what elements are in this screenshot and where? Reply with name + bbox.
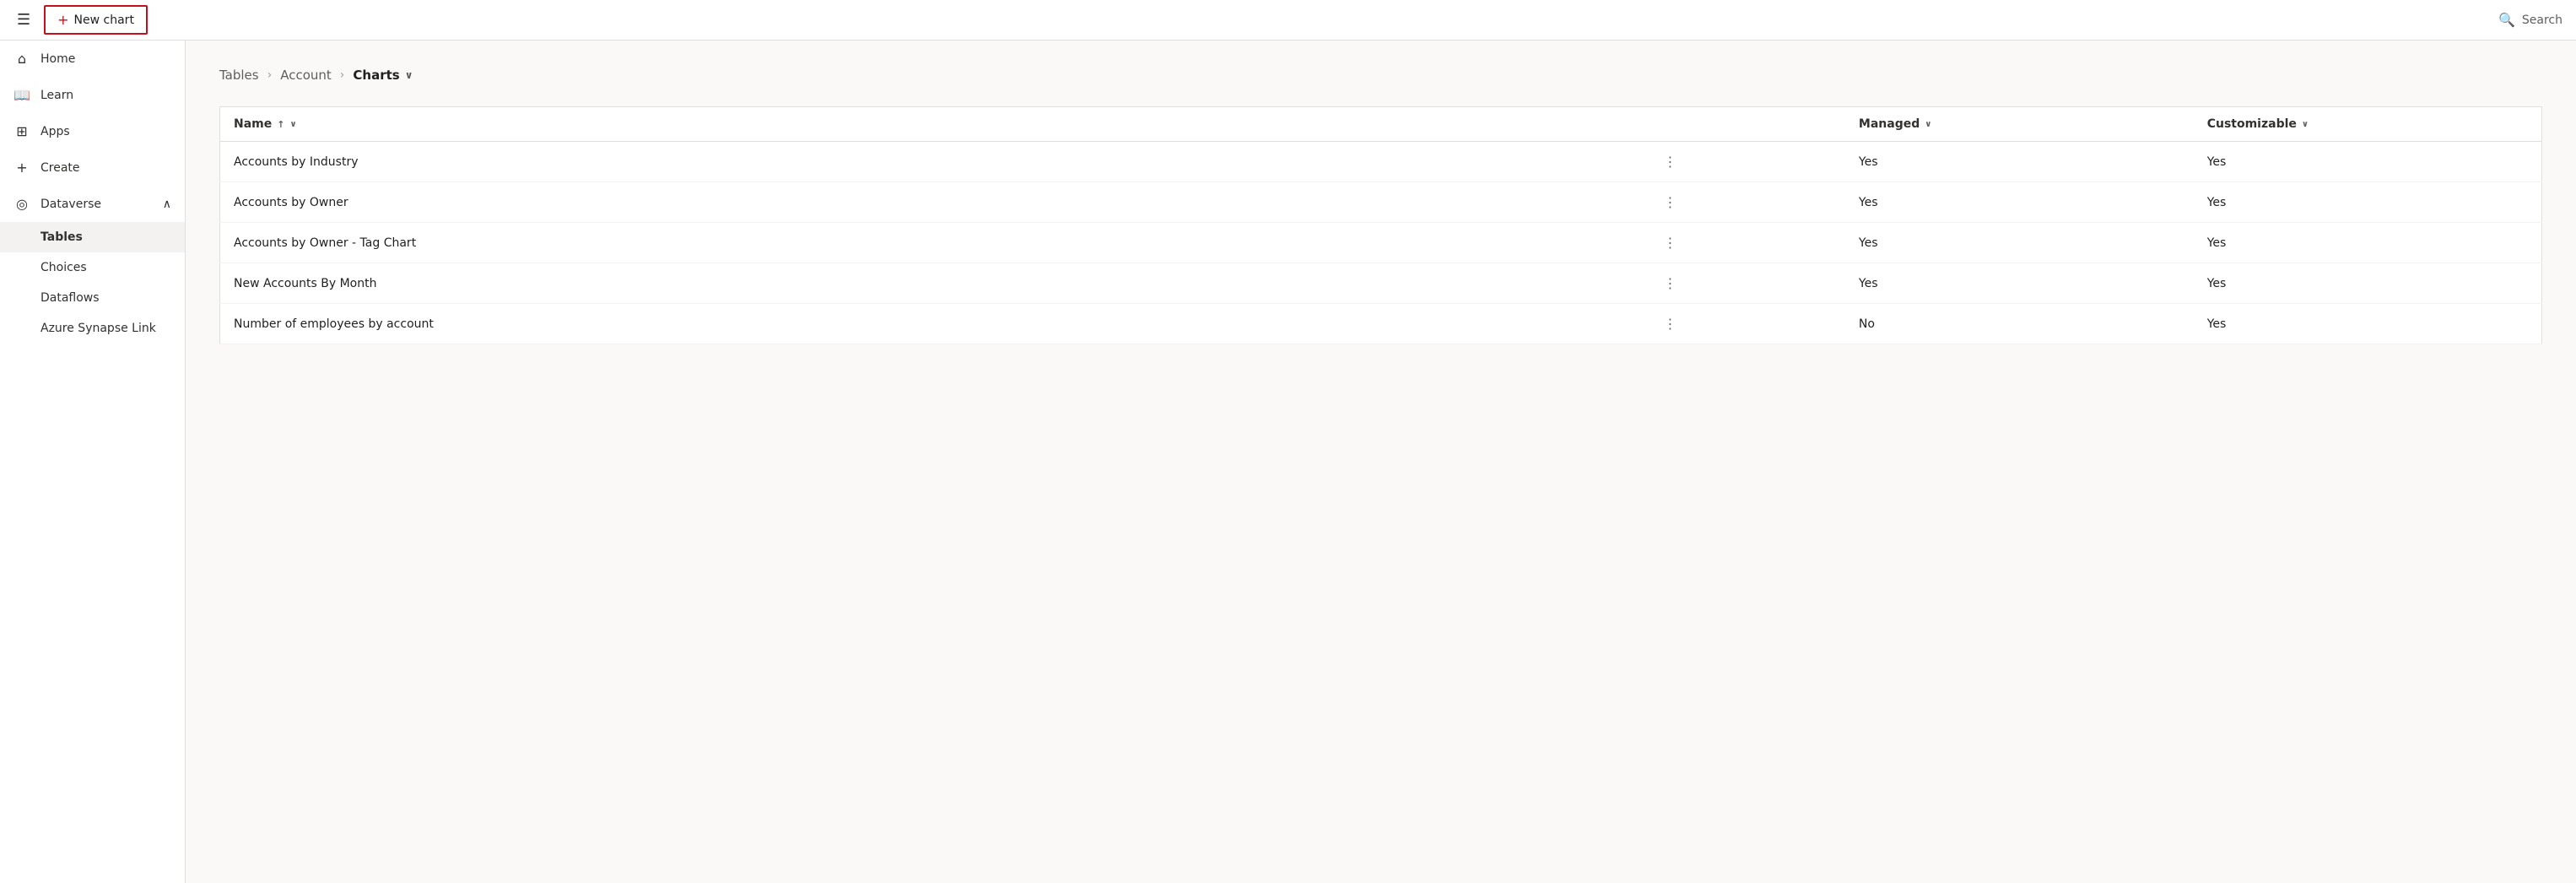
sidebar-sub-section: Tables Choices Dataflows Azure Synapse L… <box>0 222 185 344</box>
row-name-3[interactable]: Accounts by Owner - Tag Chart <box>234 236 416 250</box>
more-dots-icon[interactable]: ⋮ <box>1664 154 1679 170</box>
managed-sort-icon[interactable]: ∨ <box>1925 120 1931 129</box>
sidebar-item-create[interactable]: + Create <box>0 149 185 186</box>
cell-customizable-5: Yes <box>2194 304 2542 344</box>
more-dots-icon[interactable]: ⋮ <box>1664 235 1679 251</box>
more-dots-icon[interactable]: ⋮ <box>1664 275 1679 291</box>
home-icon: ⌂ <box>14 51 30 67</box>
column-header-name[interactable]: Name ↑ ∨ <box>220 107 1498 142</box>
cell-name-2: Accounts by Owner <box>220 182 1498 223</box>
sidebar-item-azure-synapse-link[interactable]: Azure Synapse Link <box>0 313 185 344</box>
cell-name-1: Accounts by Industry <box>220 142 1498 182</box>
sidebar-item-apps-label: Apps <box>41 125 70 138</box>
sidebar-item-dataflows-label: Dataflows <box>41 291 100 305</box>
breadcrumb: Tables › Account › Charts ∨ <box>219 68 2542 83</box>
table-row: Accounts by Owner ⋮ YesYes <box>220 182 2542 223</box>
breadcrumb-tables[interactable]: Tables <box>219 68 259 83</box>
hamburger-menu-icon[interactable]: ☰ <box>14 8 34 32</box>
cell-customizable-2: Yes <box>2194 182 2542 223</box>
search-icon: 🔍 <box>2498 12 2515 28</box>
breadcrumb-account[interactable]: Account <box>280 68 332 83</box>
column-name-label: Name <box>234 117 272 131</box>
content-area: Tables › Account › Charts ∨ Name ↑ ∨ <box>186 41 2576 883</box>
chevron-up-icon: ∧ <box>163 198 171 211</box>
row-name-5[interactable]: Number of employees by account <box>234 317 434 331</box>
sidebar: ⌂ Home 📖 Learn ⊞ Apps + Create ◎ Dataver… <box>0 41 186 883</box>
table-row: Accounts by Industry ⋮ YesYes <box>220 142 2542 182</box>
table-header-row: Name ↑ ∨ Managed ∨ Cust <box>220 107 2542 142</box>
topbar: ☰ + New chart 🔍 Search <box>0 0 2576 41</box>
sidebar-item-dataflows[interactable]: Dataflows <box>0 283 185 313</box>
sort-asc-icon[interactable]: ↑ <box>277 119 284 130</box>
new-chart-label: New chart <box>74 14 134 27</box>
sidebar-item-home[interactable]: ⌂ Home <box>0 41 185 77</box>
sidebar-item-home-label: Home <box>41 52 75 66</box>
breadcrumb-sep-2: › <box>340 68 345 82</box>
sidebar-item-choices-label: Choices <box>41 261 87 274</box>
search-label: Search <box>2522 14 2562 27</box>
cell-name-5: Number of employees by account <box>220 304 1498 344</box>
plus-icon: + <box>57 12 68 28</box>
breadcrumb-current: Charts ∨ <box>353 68 413 83</box>
cell-managed-3: Yes <box>1845 223 2194 263</box>
sidebar-item-learn[interactable]: 📖 Learn <box>0 77 185 113</box>
cell-customizable-4: Yes <box>2194 263 2542 304</box>
more-dots-icon[interactable]: ⋮ <box>1664 194 1679 210</box>
dataverse-icon: ◎ <box>14 196 30 212</box>
column-managed-label: Managed <box>1859 117 1920 131</box>
apps-icon: ⊞ <box>14 123 30 139</box>
learn-icon: 📖 <box>14 87 30 103</box>
more-options-3[interactable]: ⋮ <box>1497 223 1845 263</box>
more-options-2[interactable]: ⋮ <box>1497 182 1845 223</box>
customizable-sort-icon[interactable]: ∨ <box>2302 120 2309 129</box>
search-area[interactable]: 🔍 Search <box>2498 12 2562 28</box>
row-name-4[interactable]: New Accounts By Month <box>234 277 376 290</box>
table-row: New Accounts By Month ⋮ YesYes <box>220 263 2542 304</box>
sidebar-item-tables-label: Tables <box>41 230 83 244</box>
cell-managed-4: Yes <box>1845 263 2194 304</box>
cell-managed-1: Yes <box>1845 142 2194 182</box>
column-header-spacer <box>1497 107 1845 142</box>
new-chart-button[interactable]: + New chart <box>44 5 148 35</box>
breadcrumb-sep-1: › <box>267 68 273 82</box>
row-name-1[interactable]: Accounts by Industry <box>234 155 358 169</box>
charts-table: Name ↑ ∨ Managed ∨ Cust <box>219 106 2542 344</box>
cell-name-3: Accounts by Owner - Tag Chart <box>220 223 1498 263</box>
column-header-managed[interactable]: Managed ∨ <box>1845 107 2194 142</box>
sidebar-item-learn-label: Learn <box>41 89 73 102</box>
column-header-customizable[interactable]: Customizable ∨ <box>2194 107 2542 142</box>
sidebar-item-choices[interactable]: Choices <box>0 252 185 283</box>
table-row: Accounts by Owner - Tag Chart ⋮ YesYes <box>220 223 2542 263</box>
sidebar-item-create-label: Create <box>41 161 80 175</box>
sort-desc-icon[interactable]: ∨ <box>289 120 296 129</box>
cell-name-4: New Accounts By Month <box>220 263 1498 304</box>
cell-customizable-3: Yes <box>2194 223 2542 263</box>
topbar-left: ☰ + New chart <box>14 5 2498 35</box>
create-icon: + <box>14 160 30 176</box>
cell-managed-2: Yes <box>1845 182 2194 223</box>
column-customizable-label: Customizable <box>2207 117 2297 131</box>
more-options-1[interactable]: ⋮ <box>1497 142 1845 182</box>
sidebar-item-apps[interactable]: ⊞ Apps <box>0 113 185 149</box>
more-options-5[interactable]: ⋮ <box>1497 304 1845 344</box>
row-name-2[interactable]: Accounts by Owner <box>234 196 348 209</box>
more-options-4[interactable]: ⋮ <box>1497 263 1845 304</box>
sidebar-item-dataverse[interactable]: ◎ Dataverse ∧ <box>0 186 185 222</box>
breadcrumb-current-label: Charts <box>353 68 399 83</box>
sidebar-item-azure-synapse-link-label: Azure Synapse Link <box>41 322 156 335</box>
dataverse-left: ◎ Dataverse <box>14 196 101 212</box>
main-layout: ⌂ Home 📖 Learn ⊞ Apps + Create ◎ Dataver… <box>0 41 2576 883</box>
cell-managed-5: No <box>1845 304 2194 344</box>
breadcrumb-dropdown-chevron[interactable]: ∨ <box>405 69 413 81</box>
table-row: Number of employees by account ⋮ NoYes <box>220 304 2542 344</box>
sidebar-item-dataverse-label: Dataverse <box>41 198 101 211</box>
more-dots-icon[interactable]: ⋮ <box>1664 316 1679 332</box>
sidebar-item-tables[interactable]: Tables <box>0 222 185 252</box>
cell-customizable-1: Yes <box>2194 142 2542 182</box>
